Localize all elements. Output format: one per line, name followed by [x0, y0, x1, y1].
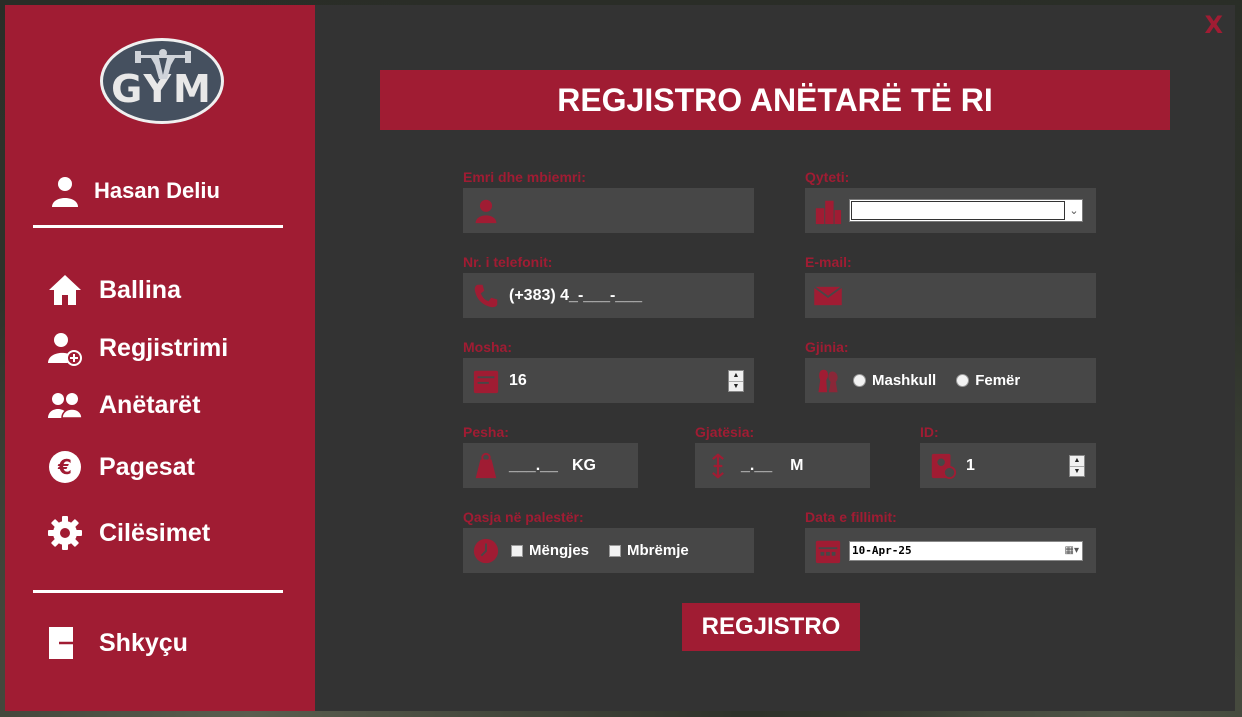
gender-female-label: Femër [975, 372, 1021, 389]
logout-icon [47, 625, 83, 661]
height-arrow-icon [703, 451, 733, 481]
phone-input[interactable]: (+383) 4_-___-___ [509, 287, 642, 305]
email-field[interactable] [805, 273, 1096, 318]
calendar-icon [813, 536, 843, 566]
sidebar-item-regjistrimi[interactable]: Regjistrimi [47, 330, 228, 366]
sidebar-divider [33, 225, 283, 228]
add-user-icon [47, 330, 83, 366]
home-icon [47, 272, 83, 308]
height-field[interactable]: _.__ M [695, 443, 870, 488]
id-spinner[interactable]: ▲ ▼ [1069, 455, 1085, 477]
city-select-value [851, 201, 1065, 220]
spin-up-icon[interactable]: ▲ [729, 371, 743, 382]
evening-label: Mbrëmje [627, 542, 689, 559]
user-icon [52, 177, 78, 207]
bodybuilder-icon [135, 49, 191, 79]
sidebar-item-cilesimet[interactable]: Cilësimet [47, 515, 210, 551]
id-input[interactable]: 1 [966, 457, 975, 475]
height-unit: M [790, 456, 804, 474]
mail-icon [813, 281, 843, 311]
spin-down-icon[interactable]: ▼ [1070, 467, 1084, 477]
phone-icon [471, 281, 501, 311]
user-name: Hasan Deliu [94, 178, 220, 203]
weight-label: Pesha: [463, 424, 509, 440]
name-label: Emri dhe mbiemri: [463, 169, 586, 185]
sidebar: GYM Hasan Deliu Ballina Regjistrimi Anët… [5, 5, 315, 711]
clock-icon [471, 536, 501, 566]
age-label: Mosha: [463, 339, 512, 355]
city-field: ⌄ [805, 188, 1096, 233]
register-button[interactable]: REGJISTRO [682, 603, 860, 651]
start-date-value: 10-Apr-25 [852, 544, 912, 557]
sidebar-item-label: Pagesat [99, 452, 195, 481]
users-icon [47, 387, 83, 423]
name-field[interactable] [463, 188, 754, 233]
gear-icon [47, 515, 83, 551]
height-input[interactable]: _.__ [741, 457, 772, 475]
form-title-banner: REGJISTRO ANËTARË TË RI [380, 70, 1170, 130]
sidebar-divider [33, 590, 283, 593]
gender-male-radio[interactable] [853, 374, 866, 387]
weight-field[interactable]: ___.__ KG [463, 443, 638, 488]
gender-male-label: Mashkull [872, 372, 937, 389]
height-label: Gjatësia: [695, 424, 755, 440]
euro-icon: € [47, 449, 83, 485]
gender-label: Gjinia: [805, 339, 849, 355]
age-input[interactable]: 16 [509, 372, 527, 390]
form-title: REGJISTRO ANËTARË TË RI [557, 81, 993, 118]
access-label: Qasja në palestër: [463, 509, 584, 525]
sidebar-item-label: Anëtarët [99, 390, 201, 419]
id-label: ID: [920, 424, 939, 440]
city-select[interactable]: ⌄ [849, 199, 1083, 222]
age-icon [471, 366, 501, 396]
registration-window: GYM Hasan Deliu Ballina Regjistrimi Anët… [5, 5, 1235, 711]
person-icon [471, 196, 501, 226]
sidebar-item-anetaret[interactable]: Anëtarët [47, 387, 200, 423]
svg-text:€: € [57, 455, 72, 479]
weight-unit: KG [571, 456, 596, 474]
logout-label: Shkyçu [99, 628, 188, 657]
calendar-dropdown-icon[interactable]: ▦▾ [1065, 545, 1082, 556]
age-spinner[interactable]: ▲ ▼ [728, 370, 744, 392]
spin-down-icon[interactable]: ▼ [729, 382, 743, 392]
spin-up-icon[interactable]: ▲ [1070, 456, 1084, 467]
access-field: Mëngjes Mbrëmje [463, 528, 754, 573]
gender-female-radio[interactable] [956, 374, 970, 387]
sidebar-item-pagesat[interactable]: € Pagesat [47, 449, 195, 485]
current-user: Hasan Deliu [50, 171, 220, 211]
sidebar-item-label: Cilësimet [99, 518, 211, 547]
gender-icon [813, 366, 843, 396]
age-field: 16 [463, 358, 754, 403]
city-label: Qyteti: [805, 169, 850, 185]
morning-label: Mëngjes [529, 542, 590, 559]
sidebar-item-label: Regjistrimi [99, 333, 229, 362]
city-buildings-icon [813, 196, 843, 226]
gender-field: Mashkull Femër [805, 358, 1096, 403]
sidebar-item-label: Ballina [99, 275, 181, 304]
start-date-label: Data e fillimit: [805, 509, 897, 525]
morning-checkbox[interactable] [511, 544, 523, 557]
sidebar-item-ballina[interactable]: Ballina [47, 272, 181, 308]
phone-field[interactable]: (+383) 4_-___-___ [463, 273, 754, 318]
weight-input[interactable]: ___.__ [509, 457, 558, 475]
start-date-field: 10-Apr-25 ▦▾ [805, 528, 1096, 573]
chevron-down-icon[interactable]: ⌄ [1066, 204, 1082, 217]
gym-logo: GYM [100, 38, 224, 124]
evening-checkbox[interactable] [609, 544, 622, 557]
logout-button[interactable]: Shkyçu [47, 625, 188, 661]
close-button[interactable]: X [1204, 11, 1223, 39]
email-label: E-mail: [805, 254, 852, 270]
phone-label: Nr. i telefonit: [463, 254, 553, 270]
start-date-picker[interactable]: 10-Apr-25 ▦▾ [849, 540, 1083, 561]
scale-icon [471, 451, 501, 481]
id-card-icon [928, 451, 958, 481]
